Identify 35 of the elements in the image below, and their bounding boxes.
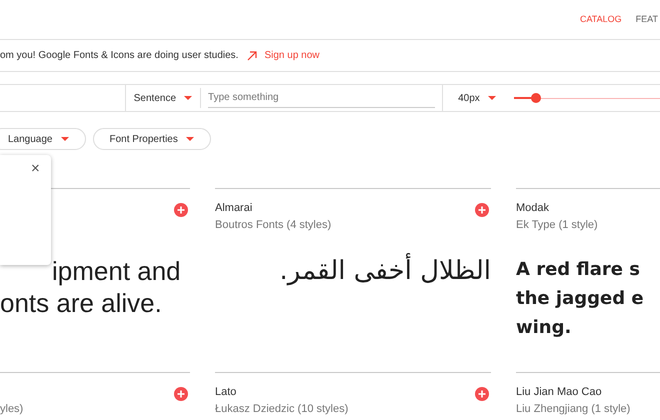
add-icon[interactable] [475, 387, 489, 401]
font-designer: Boutros Fonts (4 styles) [215, 218, 332, 232]
nav-tab[interactable]: FEAT [636, 12, 658, 26]
sample-text: A red flare s [516, 258, 641, 282]
font-designer: Liu Zhengjiang (1 style) [516, 402, 630, 416]
sample-text: wing. [516, 316, 572, 340]
caret-icon [184, 96, 192, 100]
font-name: Liu Jian Mao Cao [516, 385, 603, 399]
size-slider[interactable] [514, 93, 660, 103]
size-dropdown[interactable]: 40px [458, 90, 496, 106]
text-input[interactable]: Type something [208, 88, 436, 108]
font-name: Lato [215, 385, 238, 399]
caret-icon [60, 137, 68, 141]
add-icon[interactable] [174, 203, 188, 217]
font-designer: Łukasz Dziedzic (10 styles) [215, 402, 348, 416]
add-icon[interactable] [475, 203, 489, 217]
caret-icon [488, 96, 496, 100]
sign-up-link[interactable]: Sign up now [264, 48, 320, 63]
sample-text: الظلال أخفى القمر. [280, 255, 491, 287]
caret-icon [186, 137, 194, 141]
font-designer: yles) [0, 402, 24, 416]
font-name: Almarai [215, 201, 254, 215]
nav-tab[interactable]: CATALOG [580, 12, 622, 26]
banner-text: om you! Google Fonts & Icons are doing user studies. [0, 49, 238, 63]
sentence-dropdown[interactable]: Sentence [126, 88, 202, 108]
arrow-icon [247, 50, 258, 60]
filter-chip[interactable]: Language [0, 128, 86, 150]
font-name: Modak [516, 201, 550, 215]
sample-text: the jagged e [516, 287, 645, 311]
sample-text: ipment and [51, 255, 182, 287]
font-designer: Ek Type (1 style) [516, 218, 598, 232]
add-icon[interactable] [174, 387, 188, 401]
close-button[interactable]: × [31, 161, 40, 176]
sample-text: onts are alive. [0, 287, 163, 319]
filter-chip[interactable]: Font Properties [92, 128, 211, 150]
